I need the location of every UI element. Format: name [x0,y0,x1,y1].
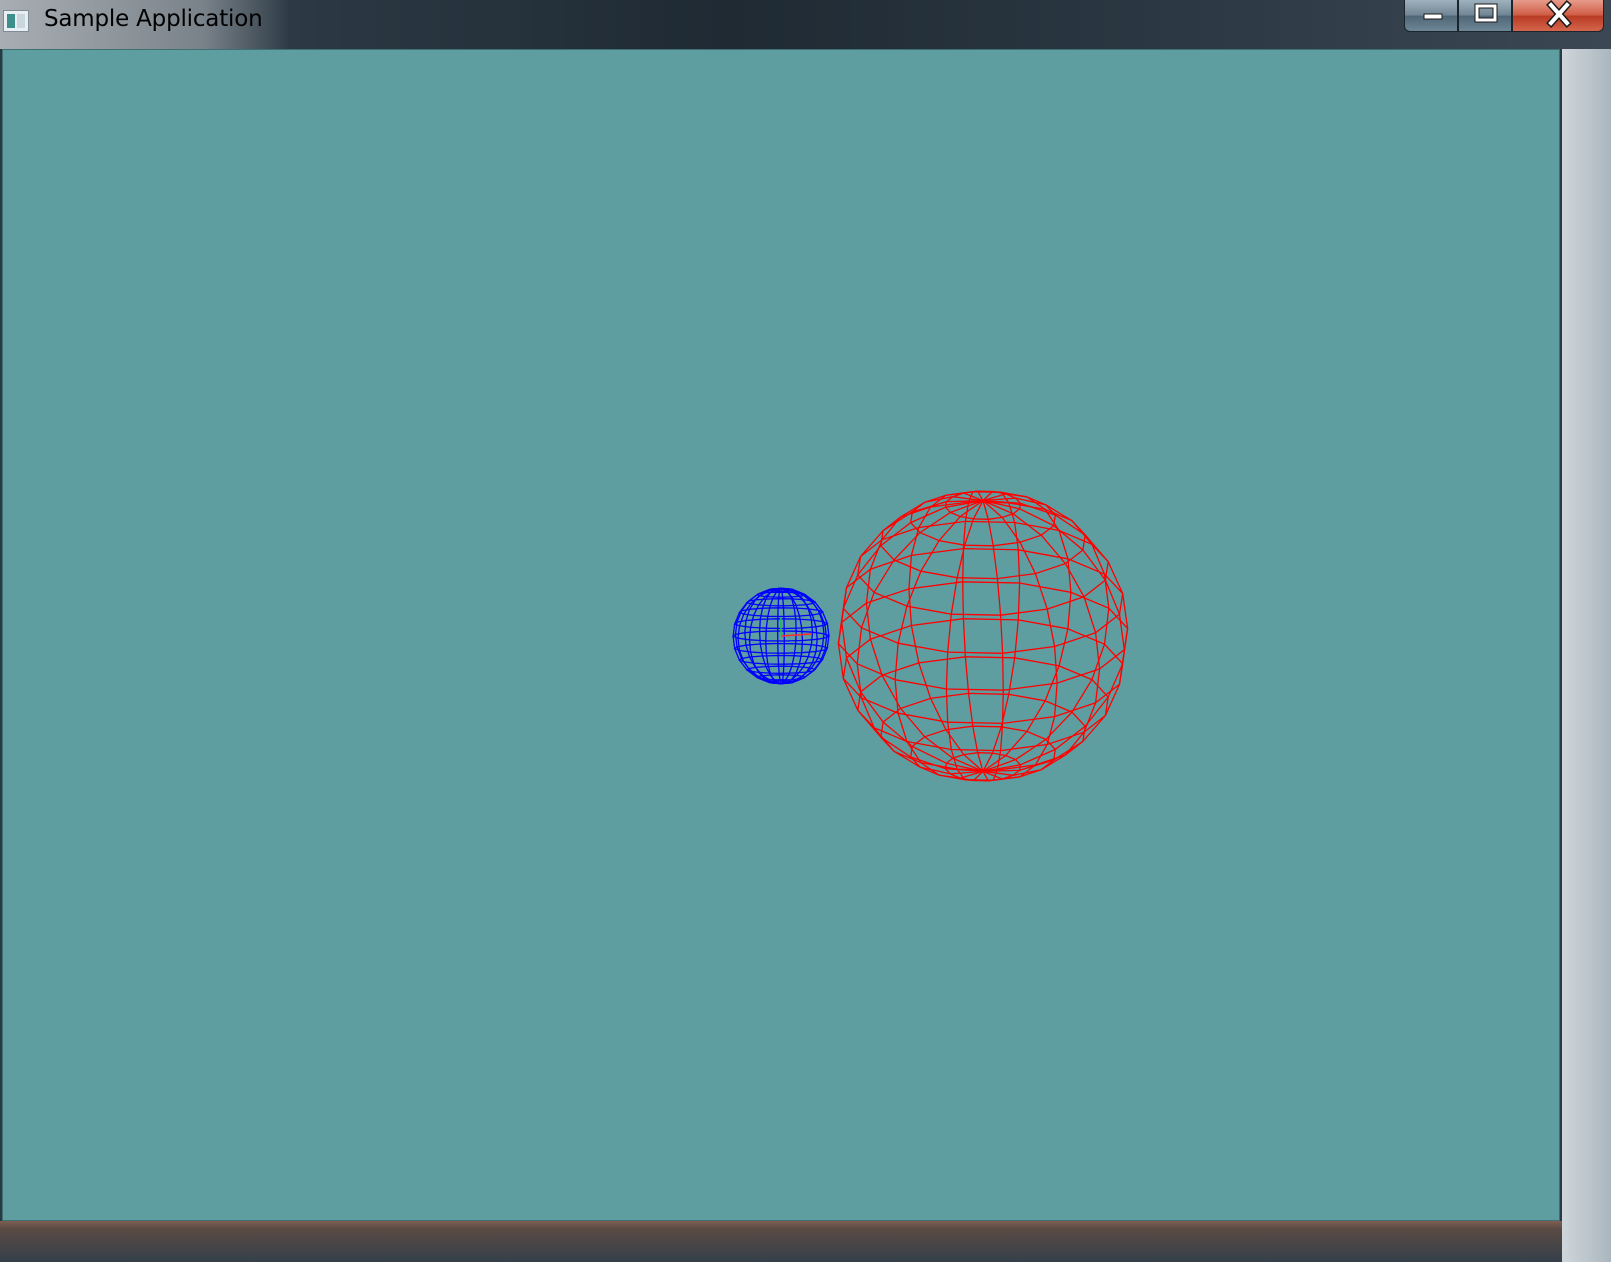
maximize-icon [1474,3,1498,23]
window-controls [1404,0,1604,33]
window-title: Sample Application [44,6,263,32]
latitude-line [842,618,1124,725]
longitude-line [962,490,984,772]
scene-canvas [731,490,1129,782]
close-button[interactable] [1512,0,1604,32]
latitude-line [880,692,1086,771]
icon-pane [7,14,15,28]
large-wireframe-sphere [837,490,1129,782]
close-icon [1546,0,1572,28]
longitude-line [982,493,1072,772]
maximize-button[interactable] [1458,0,1512,32]
minimize-button[interactable] [1404,0,1458,32]
render-viewport[interactable] [2,49,1560,1221]
icon-pane [17,14,25,28]
latitude-line [842,547,1124,654]
window-edge-right [1562,49,1611,1262]
app-window-icon[interactable] [3,10,29,32]
longitude-line [894,500,984,779]
longitude-line [982,500,1004,782]
window-edge-bottom [0,1221,1562,1262]
longitude-line [734,587,782,685]
axis-line [780,633,812,637]
longitude-line [982,500,1058,780]
minimize-icon [1423,13,1443,20]
longitude-line [908,492,984,772]
title-bar[interactable]: Sample Application [0,0,1611,49]
